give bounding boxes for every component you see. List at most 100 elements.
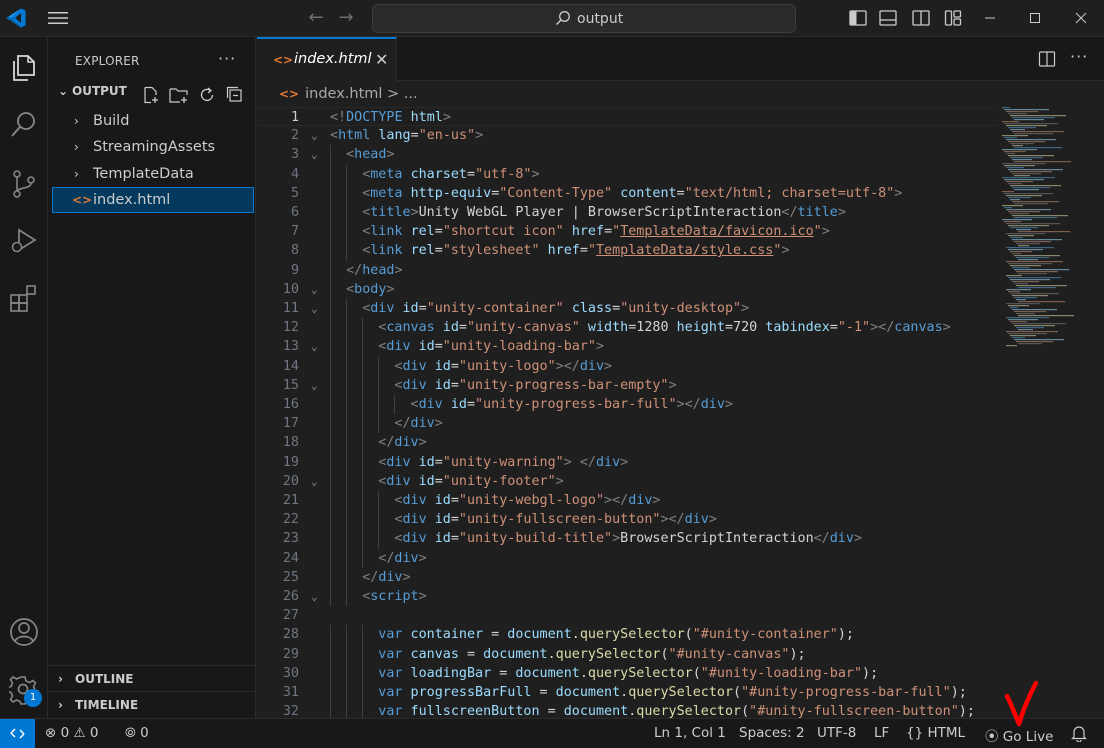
editor-vertical-scrollbar[interactable] (1090, 107, 1104, 718)
code-line[interactable]: 16 <div id="unity-progress-bar-full"></di… (257, 395, 997, 415)
workspace-section-header[interactable]: ⌄ OUTPUT (58, 84, 127, 98)
language-mode[interactable]: {} HTML (906, 725, 965, 741)
code-line[interactable]: 19 <div id="unity-warning"> </div> (257, 452, 997, 472)
code-line[interactable]: 14 <div id="unity-logo"></div> (257, 356, 997, 376)
line-number: 16 (282, 397, 299, 412)
cursor-position[interactable]: Ln 1, Col 1 (654, 725, 726, 741)
menu-hamburger-icon[interactable] (48, 11, 68, 25)
minimap[interactable] (1002, 107, 1074, 352)
code-line[interactable]: 3 ⌄ <head> (257, 145, 997, 165)
activity-search[interactable] (0, 100, 48, 148)
code-line[interactable]: 15 ⌄ <div id="unity-progress-bar-empty"> (257, 375, 997, 395)
indent-guide (346, 222, 348, 242)
tab-index-html[interactable]: <> index.html ✕ (257, 37, 397, 81)
code-line[interactable]: 31 var progressBarFull = document.querySe… (257, 683, 997, 703)
refresh-icon[interactable] (198, 86, 216, 104)
code-line[interactable]: 1 <!DOCTYPE html> (257, 107, 997, 127)
code-line[interactable]: 2 ⌄ <html lang="en-us"> (257, 126, 997, 145)
eol-setting[interactable]: LF (874, 725, 889, 741)
code-line[interactable]: 32 var fullscreenButton = document.queryS… (257, 702, 997, 718)
tree-item-build[interactable]: › Build (52, 108, 254, 134)
activity-bar: 1 (0, 37, 48, 718)
collapse-all-icon[interactable] (226, 86, 244, 104)
code-line[interactable]: 30 var loadingBar = document.querySelecto… (257, 663, 997, 683)
code-editor[interactable]: 1 <!DOCTYPE html> 2 ⌄ <html lang="en-us"> 3 ⌄ <… (257, 107, 997, 718)
back-arrow-icon[interactable]: ← (306, 9, 326, 27)
fold-chevron-icon[interactable]: ⌄ (311, 472, 318, 491)
minimize-icon[interactable] (980, 8, 1000, 28)
code-line[interactable]: 13 ⌄ <div id="unity-loading-bar"> (257, 337, 997, 357)
code-line[interactable]: 8 <link rel="stylesheet" href="TemplateDa… (257, 241, 997, 261)
tree-item-index-html[interactable]: <> index.html (52, 187, 254, 213)
remote-indicator[interactable] (0, 719, 35, 748)
code-line[interactable]: 25 </div> (257, 567, 997, 587)
fold-chevron-icon[interactable]: ⌄ (311, 376, 318, 395)
toggle-primary-sidebar-icon[interactable] (849, 9, 867, 27)
tree-item-templatedata[interactable]: › TemplateData (52, 161, 254, 187)
activity-source-control[interactable] (0, 159, 48, 207)
fold-chevron-icon[interactable]: ⌄ (311, 299, 318, 318)
code-line[interactable]: 20 ⌄ <div id="unity-footer"> (257, 471, 997, 491)
activity-manage[interactable] (0, 665, 48, 713)
code-line[interactable]: 10 ⌄ <body> (257, 279, 997, 299)
breadcrumb-rest[interactable]: > ... (382, 86, 418, 102)
fold-chevron-icon[interactable]: ⌄ (311, 587, 318, 606)
activity-accounts[interactable] (0, 607, 48, 655)
fold-chevron-icon[interactable]: ⌄ (311, 280, 318, 299)
code-line[interactable]: 12 <canvas id="unity-canvas" width=1280 h… (257, 318, 997, 338)
close-window-icon[interactable] (1071, 8, 1091, 28)
minimap-line (1008, 225, 1049, 227)
ports-indicator[interactable]: ⦾ 0 (125, 725, 149, 741)
code-line[interactable]: 7 <link rel="shortcut icon" href="Templat… (257, 222, 997, 242)
outline-section-header[interactable]: › OUTLINE (48, 665, 256, 691)
code-line[interactable]: 24 </div> (257, 548, 997, 568)
minimap-line (1014, 133, 1053, 135)
code-line[interactable]: 21 <div id="unity-webgl-logo"></div> (257, 491, 997, 511)
tab-label: index.html (294, 51, 372, 67)
code-line[interactable]: 29 var canvas = document.querySelector("#… (257, 644, 997, 664)
code-line[interactable]: 4 <meta charset="utf-8"> (257, 164, 997, 184)
minimap-line (1018, 231, 1070, 233)
new-folder-icon[interactable] (169, 86, 189, 104)
code-line[interactable]: 5 <meta http-equiv="Content-Type" content… (257, 183, 997, 203)
explorer-icon (13, 55, 35, 81)
breadcrumb-file[interactable]: index.html (305, 86, 382, 102)
fold-chevron-icon[interactable]: ⌄ (311, 126, 318, 145)
notifications-bell-icon[interactable] (1071, 725, 1087, 742)
code-line[interactable]: 28 var container = document.querySelector… (257, 625, 997, 645)
indentation-setting[interactable]: Spaces: 2 (739, 725, 805, 741)
new-file-icon[interactable] (142, 86, 160, 104)
tree-item-streamingassets[interactable]: › StreamingAssets (52, 134, 254, 160)
split-editor-icon[interactable] (1038, 50, 1056, 68)
indent-guide (346, 414, 348, 434)
editor-more-actions-icon[interactable]: ··· (1070, 47, 1088, 66)
problems-indicator[interactable]: ⊗ 0 ⚠ 0 (45, 725, 99, 741)
code-line[interactable]: 22 <div id="unity-fullscreen-button"></di… (257, 510, 997, 530)
explorer-more-actions-icon[interactable]: ··· (218, 49, 236, 68)
close-tab-icon[interactable]: ✕ (375, 50, 388, 69)
minimap-line (1006, 303, 1040, 305)
code-line[interactable]: 11 ⌄ <div id="unity-container" class="unit… (257, 299, 997, 319)
code-line[interactable]: 18 </div> (257, 433, 997, 453)
activity-explorer[interactable] (0, 43, 48, 91)
activity-extensions[interactable] (0, 273, 48, 321)
command-center-search[interactable]: output (372, 4, 796, 33)
code-line[interactable]: 27 (257, 606, 997, 625)
fold-chevron-icon[interactable]: ⌄ (311, 337, 318, 356)
toggle-panel-icon[interactable] (879, 9, 897, 27)
maximize-icon[interactable] (1025, 8, 1045, 28)
fold-chevron-icon[interactable]: ⌄ (311, 145, 318, 164)
code-line[interactable]: 9 </head> (257, 260, 997, 280)
customize-layout-icon[interactable] (944, 9, 962, 27)
code-line[interactable]: 6 <title>Unity WebGL Player | BrowserScri… (257, 203, 997, 223)
timeline-section-header[interactable]: › TIMELINE (48, 691, 256, 717)
code-line[interactable]: 26 ⌄ <script> (257, 587, 997, 607)
toggle-secondary-sidebar-icon[interactable] (912, 9, 930, 27)
forward-arrow-icon[interactable]: → (336, 9, 356, 27)
activity-run-debug[interactable] (0, 216, 48, 264)
minimap-line (1008, 183, 1022, 185)
encoding-setting[interactable]: UTF-8 (817, 725, 856, 741)
code-line[interactable]: 23 <div id="unity-build-title">BrowserScr… (257, 529, 997, 549)
code-line[interactable]: 17 </div> (257, 414, 997, 434)
go-live-button[interactable]: ⦿ Go Live (985, 725, 1053, 745)
